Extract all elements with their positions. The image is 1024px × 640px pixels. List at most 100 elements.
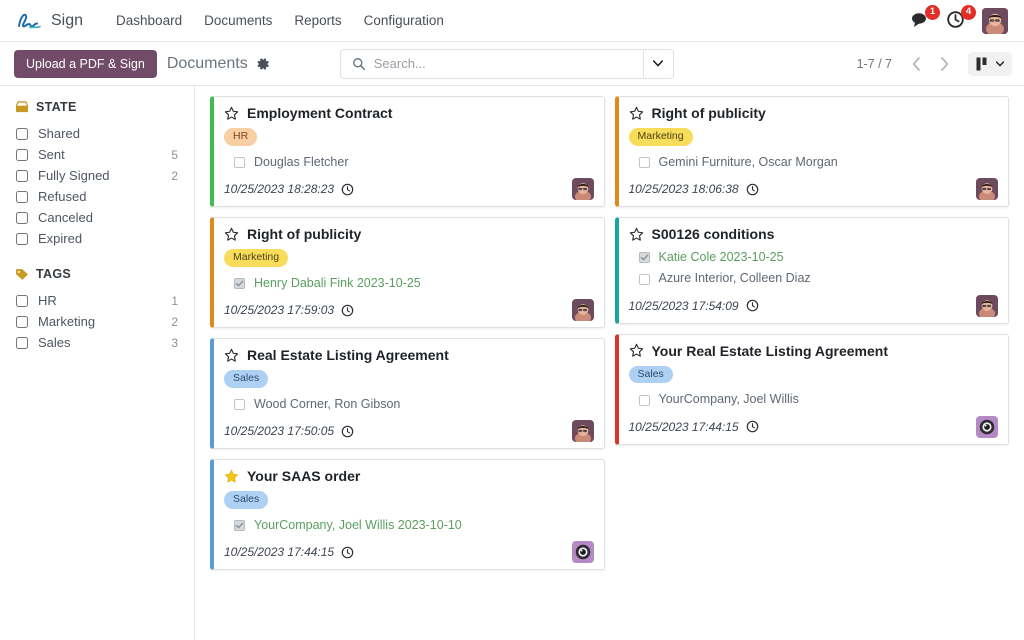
filter-state-canceled[interactable]: Canceled: [14, 207, 184, 228]
search-bar[interactable]: [339, 48, 674, 79]
card-footer: 10/25/2023 18:06:38: [629, 178, 998, 201]
card-title-row: S00126 conditions: [629, 226, 999, 242]
card-title-row: Right of publicity: [629, 105, 999, 121]
tag-icon: [15, 268, 29, 281]
kanban-column-1: Employment Contract HR Douglas Fletcher 10/…: [205, 96, 610, 580]
view-switcher-kanban[interactable]: [968, 51, 1012, 76]
star-outline-icon[interactable]: [224, 348, 239, 363]
filter-tag-sales[interactable]: Sales 3: [14, 332, 184, 353]
kanban-card[interactable]: Your Real Estate Listing Agreement Sales Y…: [614, 333, 1009, 445]
chevron-right-icon: [940, 56, 948, 71]
star-outline-icon[interactable]: [629, 227, 644, 242]
star-outline-icon[interactable]: [629, 343, 644, 358]
card-signer: YourCompany, Joel Willis 2023-10-10: [224, 515, 594, 536]
filter-state-refused-checkbox[interactable]: [16, 190, 28, 203]
filter-tag-hr[interactable]: HR 1: [14, 290, 184, 311]
user-avatar-dark[interactable]: [571, 299, 594, 322]
signer-name: Gemini Furniture, Oscar Morgan: [658, 154, 838, 169]
star-outline-icon[interactable]: [224, 227, 239, 242]
main-content: STATE Shared Sent 5 Fully Signed 2 Refus…: [0, 86, 1024, 640]
card-title: S00126 conditions: [651, 226, 775, 243]
gear-icon[interactable]: [256, 57, 270, 71]
kanban-card[interactable]: Real Estate Listing Agreement Sales Wood C…: [210, 338, 605, 450]
user-avatar-purple[interactable]: [571, 541, 594, 564]
menu-item-dashboard[interactable]: Dashboard: [105, 7, 193, 34]
user-avatar-dark[interactable]: [571, 178, 594, 201]
search-input[interactable]: [373, 49, 643, 78]
activities-menu-button[interactable]: 4: [946, 4, 976, 32]
next-page-button[interactable]: [930, 50, 958, 78]
menu-item-documents[interactable]: Documents: [193, 7, 283, 34]
clock-icon: [341, 546, 354, 559]
user-avatar-dark[interactable]: [571, 420, 594, 443]
card-tag[interactable]: Sales: [628, 365, 673, 384]
card-title: Right of publicity: [651, 105, 766, 121]
kanban-column-2: Right of publicity Marketing Gemini Furnit…: [610, 96, 1015, 580]
card-signer: Douglas Fletcher: [224, 152, 594, 173]
user-avatar-dark[interactable]: [976, 178, 998, 201]
filter-tag-marketing[interactable]: Marketing 2: [14, 311, 184, 332]
filter-tag-marketing-checkbox[interactable]: [16, 315, 28, 328]
filter-tag-sales-count: 3: [171, 335, 178, 350]
card-signers: Katie Cole 2023-10-25 Azure Interior, Col…: [629, 247, 999, 290]
filter-state-fully-signed-checkbox[interactable]: [16, 169, 28, 182]
app-brand[interactable]: Sign: [16, 10, 83, 32]
signer-checkbox-icon: [638, 252, 650, 264]
filter-state-expired-checkbox[interactable]: [16, 232, 28, 245]
filter-section-state-header: STATE: [14, 100, 184, 114]
messages-menu-button[interactable]: 1: [910, 4, 940, 32]
card-title-row: Real Estate Listing Agreement: [224, 347, 594, 363]
kanban-card[interactable]: Employment Contract HR Douglas Fletcher 10/…: [210, 96, 605, 208]
user-avatar-dark[interactable]: [976, 294, 998, 317]
filter-state-shared-checkbox[interactable]: [16, 127, 28, 140]
filter-tag-marketing-count: 2: [171, 314, 178, 329]
filter-state-shared[interactable]: Shared: [14, 123, 184, 144]
signer-name: Katie Cole 2023-10-25: [658, 250, 784, 265]
card-signers: YourCompany, Joel Willis: [629, 389, 999, 410]
chevron-down-icon: [653, 60, 664, 67]
card-tag[interactable]: HR: [224, 128, 258, 146]
filter-tag-hr-checkbox[interactable]: [16, 294, 28, 307]
kanban-card[interactable]: S00126 conditions Katie Cole 2023-10-25 Az…: [614, 217, 1009, 324]
filter-tag-sales-checkbox[interactable]: [16, 336, 28, 349]
card-tag[interactable]: Sales: [224, 370, 269, 388]
filter-sidebar: STATE Shared Sent 5 Fully Signed 2 Refus…: [0, 86, 195, 640]
star-outline-icon[interactable]: [224, 106, 239, 121]
card-title: Employment Contract: [247, 105, 393, 121]
filter-state-refused-label: Refused: [38, 189, 87, 204]
menu-item-reports[interactable]: Reports: [283, 7, 352, 34]
signer-checkbox-icon: [638, 273, 650, 285]
avatar[interactable]: [982, 7, 1008, 34]
filter-state-canceled-checkbox[interactable]: [16, 211, 28, 224]
clock-icon: [341, 183, 354, 196]
star-filled-icon[interactable]: [224, 469, 239, 484]
filter-state-sent-checkbox[interactable]: [16, 148, 28, 161]
filter-state-expired[interactable]: Expired: [14, 228, 184, 249]
user-avatar-purple[interactable]: [976, 415, 998, 438]
card-title-row: Your SAAS order: [224, 468, 594, 484]
card-tag[interactable]: Marketing: [224, 249, 289, 267]
filter-state-refused[interactable]: Refused: [14, 186, 184, 207]
signer-name: Wood Corner, Ron Gibson: [254, 396, 401, 411]
clock-icon: [341, 304, 354, 317]
kanban-card[interactable]: Right of publicity Marketing Gemini Furnit…: [614, 96, 1009, 208]
control-panel: Upload a PDF & Sign Documents 1-7 / 7: [0, 42, 1024, 86]
filter-state-fully-signed-count: 2: [171, 168, 178, 183]
menu-item-configuration[interactable]: Configuration: [353, 7, 455, 34]
star-outline-icon[interactable]: [629, 106, 644, 121]
card-footer: 10/25/2023 18:28:23: [224, 178, 594, 201]
card-title-row: Right of publicity: [224, 226, 594, 242]
signer-name: Henry Dabali Fink 2023-10-25: [254, 275, 421, 290]
upload-pdf-and-sign-button[interactable]: Upload a PDF & Sign: [14, 49, 157, 78]
filter-state-fully-signed[interactable]: Fully Signed 2: [14, 165, 184, 186]
previous-page-button[interactable]: [902, 50, 930, 78]
signer-name: Douglas Fletcher: [254, 154, 349, 169]
kanban-card[interactable]: Your SAAS order Sales YourCompany, Joel Wi…: [210, 459, 605, 571]
card-tag[interactable]: Marketing: [628, 128, 693, 146]
clock-icon: [746, 183, 759, 196]
card-tag[interactable]: Sales: [224, 491, 269, 509]
kanban-card[interactable]: Right of publicity Marketing Henry Dabali …: [210, 217, 605, 329]
filter-state-sent[interactable]: Sent 5: [14, 144, 184, 165]
card-signer: Wood Corner, Ron Gibson: [224, 394, 594, 415]
search-dropdown-toggle[interactable]: [642, 49, 673, 78]
